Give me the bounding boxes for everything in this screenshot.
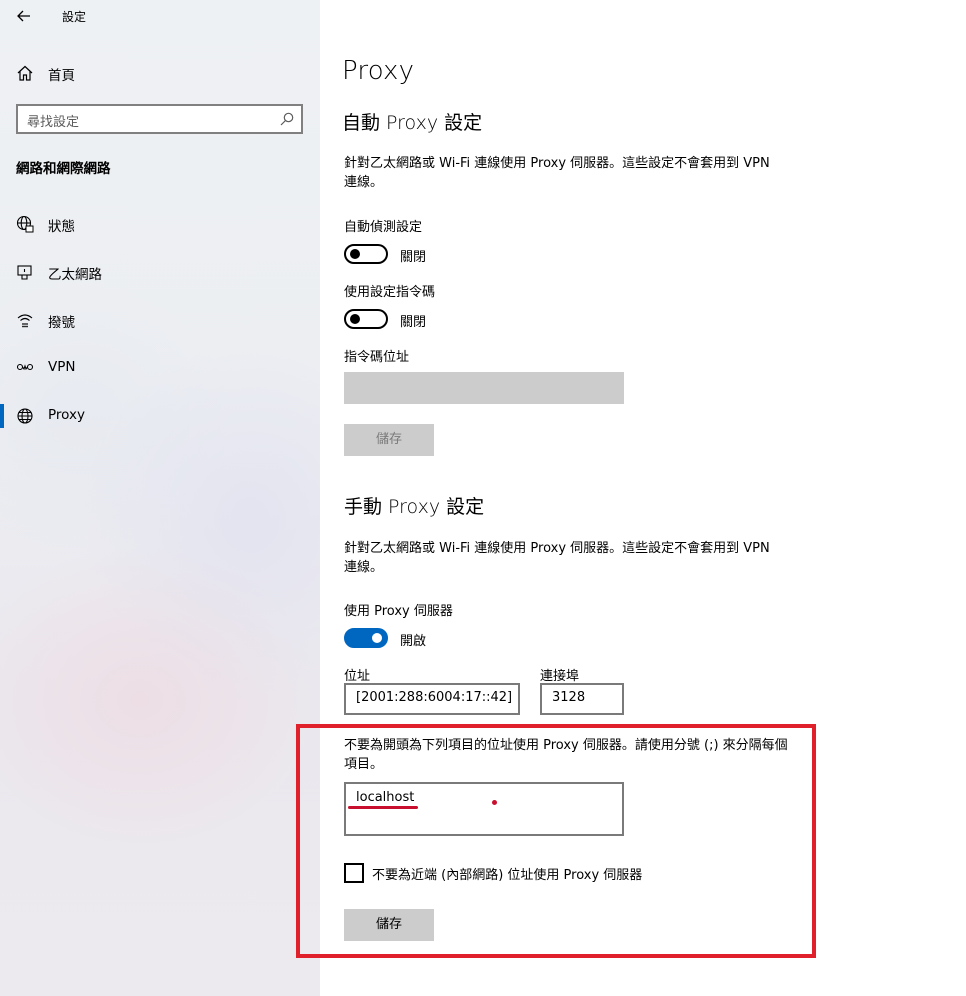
sidebar-item-label: VPN [48,359,76,375]
toggle-knob [350,314,360,324]
setup-script-state: 關閉 [400,315,427,330]
sidebar-item-label: 乙太網路 [48,267,102,283]
auto-proxy-description: 針對乙太網路或 Wi-Fi 連線使用 Proxy 伺服器。這些設定不會套用到 V… [344,156,770,190]
auto-detect-state: 關閉 [400,250,427,265]
globe-status-icon [16,215,34,233]
annotation-dot [492,800,497,805]
ethernet-icon [17,265,32,280]
back-arrow-icon[interactable] [14,6,34,26]
search-placeholder: 尋找設定 [27,115,80,130]
home-nav-item[interactable]: 首頁 [0,56,320,90]
sidebar-item-ethernet[interactable]: 乙太網路 [0,252,320,292]
active-indicator [0,404,4,428]
exceptions-input[interactable]: localhost [344,782,624,836]
toggle-knob [350,249,360,259]
search-icon[interactable] [279,111,295,127]
use-proxy-toggle[interactable] [344,628,388,648]
vpn-icon [16,363,34,371]
address-input[interactable]: [2001:288:6004:17::42] [344,683,520,715]
toggle-knob [372,633,382,643]
local-bypass-label: 不要為近端 (內部網路) 位址使用 Proxy 伺服器 [372,868,643,883]
home-icon [17,65,33,81]
sidebar-item-vpn[interactable]: VPN [0,348,320,388]
page-title: Proxy [342,56,415,86]
manual-save-button[interactable]: 儲存 [344,909,434,941]
globe-icon [17,408,33,424]
setup-script-label: 使用設定指令碼 [344,285,436,300]
script-address-input[interactable] [344,372,624,404]
auto-detect-label: 自動偵測設定 [344,220,423,235]
use-proxy-label: 使用 Proxy 伺服器 [344,604,453,619]
dialup-icon [17,314,33,328]
title-bar: 設定 [0,0,320,34]
app-title: 設定 [62,10,87,24]
use-proxy-state: 開啟 [400,634,427,649]
manual-proxy-description: 針對乙太網路或 Wi-Fi 連線使用 Proxy 伺服器。這些設定不會套用到 V… [344,541,770,575]
exceptions-description: 不要為開頭為下列項目的位址使用 Proxy 伺服器。請使用分號 (;) 來分隔每… [344,738,788,772]
auto-save-button[interactable]: 儲存 [344,424,434,456]
auto-detect-toggle[interactable] [344,244,388,264]
sidebar-item-status[interactable]: 狀態 [0,204,320,244]
sidebar-section-title: 網路和網際網路 [16,161,111,177]
search-input[interactable]: 尋找設定 [16,104,303,134]
sidebar: 設定 首頁 尋找設定 網路和網際網路 狀態 乙太網路 撥號 VPN Proxy [0,0,320,996]
port-input[interactable]: 3128 [540,683,624,715]
home-label: 首頁 [48,68,75,84]
sidebar-item-label: Proxy [48,407,85,423]
manual-proxy-heading: 手動 Proxy 設定 [344,496,485,518]
sidebar-item-proxy[interactable]: Proxy [0,396,320,436]
local-bypass-checkbox[interactable] [344,863,364,883]
script-address-label: 指令碼位址 [344,350,410,365]
address-label: 位址 [344,669,371,684]
main-content: Proxy 自動 Proxy 設定 針對乙太網路或 Wi-Fi 連線使用 Pro… [320,0,966,996]
sidebar-item-label: 撥號 [48,315,75,331]
annotation-underline [348,806,418,809]
sidebar-item-dialup[interactable]: 撥號 [0,300,320,340]
sidebar-item-label: 狀態 [48,219,75,235]
setup-script-toggle[interactable] [344,309,388,329]
auto-proxy-heading: 自動 Proxy 設定 [342,112,483,134]
port-label: 連接埠 [540,669,580,684]
